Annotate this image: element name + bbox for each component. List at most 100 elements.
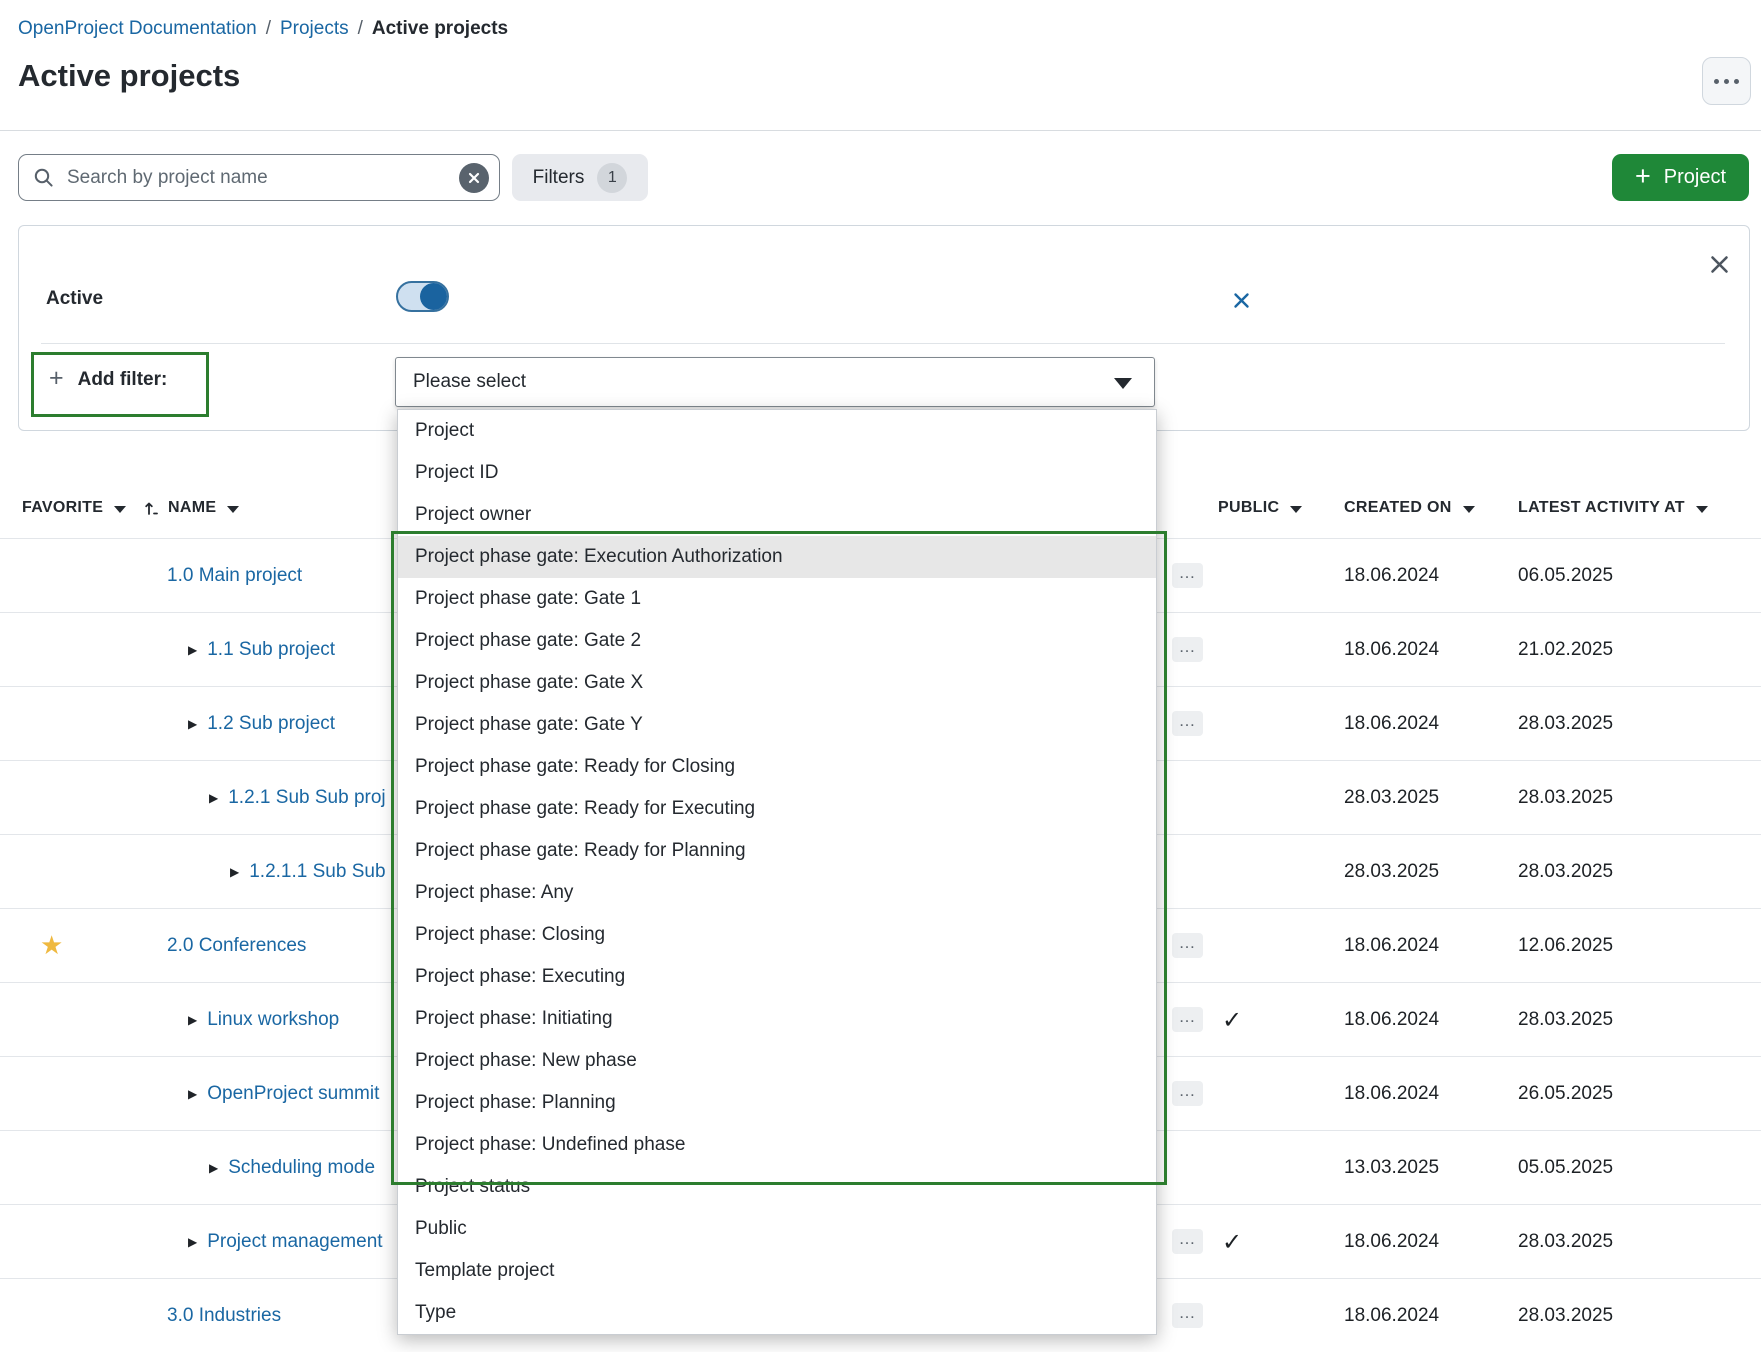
filters-panel-divider [41, 343, 1725, 344]
dropdown-option[interactable]: Project phase: Executing [398, 956, 1156, 998]
project-name-link[interactable]: Project management [207, 1231, 382, 1253]
chevron-down-icon [1696, 506, 1708, 513]
column-header-favorite-label: FAVORITE [22, 499, 103, 517]
dropdown-option[interactable]: Project phase: New phase [398, 1040, 1156, 1082]
project-name-cell: ▶ Project management [188, 1205, 383, 1278]
close-icon [1233, 292, 1250, 309]
plus-icon: + [1635, 163, 1651, 190]
expand-triangle-icon[interactable]: ▶ [209, 1161, 218, 1175]
filter-attribute-select[interactable]: Please select [395, 357, 1155, 407]
expand-triangle-icon[interactable]: ▶ [230, 865, 239, 879]
latest-activity-value: 28.03.2025 [1518, 687, 1613, 760]
column-header-latest-activity[interactable]: LATEST ACTIVITY AT [1518, 478, 1708, 538]
dropdown-option[interactable]: Project phase gate: Gate X [398, 662, 1156, 704]
search-clear-button[interactable] [459, 163, 489, 193]
created-on-value: 28.03.2025 [1344, 835, 1439, 908]
dropdown-option[interactable]: Project status [398, 1166, 1156, 1208]
project-name-link[interactable]: 1.1 Sub project [207, 639, 335, 661]
dropdown-option[interactable]: Project phase gate: Ready for Planning [398, 830, 1156, 872]
latest-activity-value: 06.05.2025 [1518, 539, 1613, 612]
expand-triangle-icon[interactable]: ▶ [188, 717, 197, 731]
dropdown-option[interactable]: Project phase gate: Ready for Closing [398, 746, 1156, 788]
row-actions-cell: … [1172, 1057, 1203, 1130]
row-more-actions-button[interactable]: … [1172, 1007, 1203, 1032]
project-name-link[interactable]: 1.2 Sub project [207, 713, 335, 735]
dropdown-option[interactable]: Template project [398, 1250, 1156, 1292]
project-name-link[interactable]: 1.2.1.1 Sub Sub [249, 861, 385, 883]
project-name-link[interactable]: OpenProject summit [207, 1083, 379, 1105]
close-icon [1709, 254, 1730, 275]
filter-select-placeholder: Please select [413, 371, 526, 393]
plus-icon: + [49, 366, 64, 391]
search-icon [33, 167, 54, 188]
active-filter-toggle[interactable] [396, 281, 449, 312]
row-more-actions-button[interactable]: … [1172, 1229, 1203, 1254]
project-name-link[interactable]: Scheduling mode [228, 1157, 375, 1179]
row-more-actions-button[interactable]: … [1172, 1303, 1203, 1328]
close-icon [468, 172, 480, 184]
breadcrumb-link-docs[interactable]: OpenProject Documentation [18, 18, 257, 40]
expand-triangle-icon[interactable]: ▶ [188, 1013, 197, 1027]
column-header-created-on[interactable]: CREATED ON [1344, 478, 1475, 538]
filters-button-label: Filters [533, 167, 585, 189]
breadcrumb-current: Active projects [372, 18, 508, 40]
row-more-actions-button[interactable]: … [1172, 933, 1203, 958]
dropdown-option[interactable]: Project phase: Initiating [398, 998, 1156, 1040]
column-header-public[interactable]: PUBLIC [1218, 478, 1302, 538]
active-projects-page: OpenProject Documentation / Projects / A… [0, 0, 1761, 1335]
dropdown-option[interactable]: Project phase: Undefined phase [398, 1124, 1156, 1166]
breadcrumb-separator: / [358, 18, 363, 40]
dropdown-option[interactable]: Project phase gate: Gate 1 [398, 578, 1156, 620]
search-input[interactable] [65, 166, 459, 190]
dropdown-option[interactable]: Project phase: Planning [398, 1082, 1156, 1124]
active-filter-label: Active [46, 288, 103, 310]
dropdown-option[interactable]: Project owner [398, 494, 1156, 536]
project-name-cell: ▶ Scheduling mode [209, 1131, 375, 1204]
project-name-link[interactable]: 2.0 Conferences [167, 935, 306, 957]
row-more-actions-button[interactable]: … [1172, 711, 1203, 736]
breadcrumb: OpenProject Documentation / Projects / A… [18, 18, 508, 40]
dropdown-option[interactable]: Type [398, 1292, 1156, 1334]
dropdown-option[interactable]: Project phase: Closing [398, 914, 1156, 956]
row-more-actions-button[interactable]: … [1172, 1081, 1203, 1106]
remove-active-filter-button[interactable] [1231, 290, 1251, 310]
public-check-icon: ✓ [1222, 983, 1242, 1056]
project-name-link[interactable]: Linux workshop [207, 1009, 339, 1031]
more-options-button[interactable] [1702, 57, 1751, 105]
dropdown-option[interactable]: Project phase gate: Gate 2 [398, 620, 1156, 662]
breadcrumb-link-projects[interactable]: Projects [280, 18, 349, 40]
dropdown-option[interactable]: Public [398, 1208, 1156, 1250]
add-filter-button[interactable]: + Add filter: [49, 368, 167, 391]
latest-activity-value: 12.06.2025 [1518, 909, 1613, 982]
chevron-down-icon [1290, 506, 1302, 513]
expand-triangle-icon[interactable]: ▶ [209, 791, 218, 805]
public-check-icon: ✓ [1222, 1205, 1242, 1278]
favorite-cell: ★ [40, 909, 63, 982]
project-name-cell: 1.0 Main project [167, 539, 302, 612]
row-actions-cell: … [1172, 1205, 1203, 1278]
expand-triangle-icon[interactable]: ▶ [188, 1087, 197, 1101]
favorite-star-icon[interactable]: ★ [40, 933, 63, 959]
project-name-link[interactable]: 1.2.1 Sub Sub proj [228, 787, 385, 809]
dropdown-option[interactable]: Project [398, 410, 1156, 452]
filters-button[interactable]: Filters 1 [512, 154, 648, 201]
latest-activity-value: 21.02.2025 [1518, 613, 1613, 686]
row-more-actions-button[interactable]: … [1172, 637, 1203, 662]
dropdown-option[interactable]: Project phase gate: Ready for Executing [398, 788, 1156, 830]
filters-panel-close-button[interactable] [1707, 252, 1731, 276]
row-actions-cell: … [1172, 1279, 1203, 1352]
dropdown-option[interactable]: Project ID [398, 452, 1156, 494]
project-name-link[interactable]: 3.0 Industries [167, 1305, 281, 1327]
dropdown-option[interactable]: Project phase gate: Execution Authorizat… [398, 536, 1156, 578]
column-header-favorite[interactable]: FAVORITE [22, 478, 126, 538]
row-more-actions-button[interactable]: … [1172, 563, 1203, 588]
new-project-button[interactable]: + Project [1612, 154, 1749, 201]
project-name-cell: ▶ 1.1 Sub project [188, 613, 335, 686]
expand-triangle-icon[interactable]: ▶ [188, 643, 197, 657]
column-header-name[interactable]: NAME [168, 478, 239, 538]
dropdown-option[interactable]: Project phase gate: Gate Y [398, 704, 1156, 746]
kebab-icon [1714, 79, 1719, 84]
dropdown-option[interactable]: Project phase: Any [398, 872, 1156, 914]
project-name-link[interactable]: 1.0 Main project [167, 565, 302, 587]
expand-triangle-icon[interactable]: ▶ [188, 1235, 197, 1249]
